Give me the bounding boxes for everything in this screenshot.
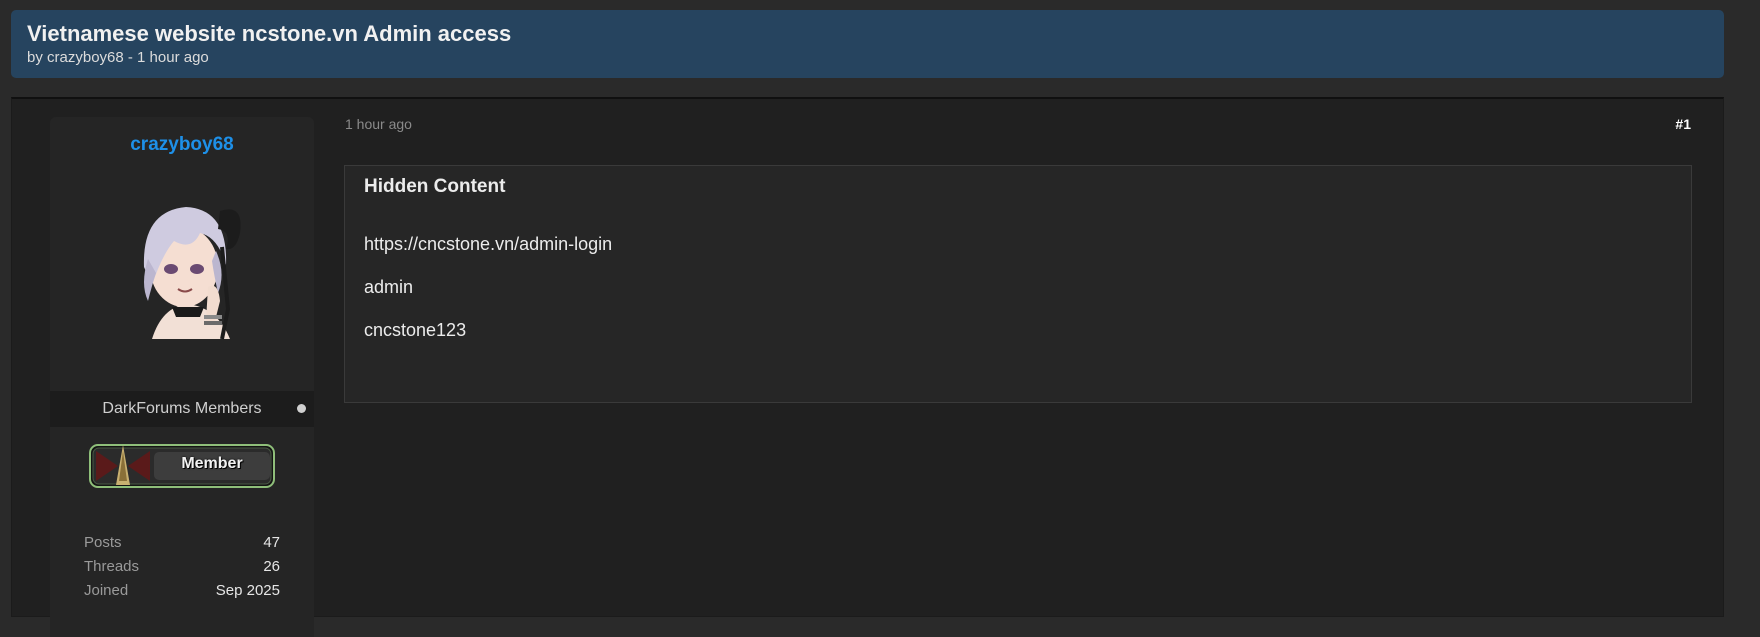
member-badge-label: Member (181, 455, 243, 472)
stat-row-posts: Posts 47 (84, 531, 280, 555)
avatar[interactable] (122, 189, 252, 349)
post-container: crazyboy68 DarkForums Members Member Pos… (11, 97, 1724, 637)
member-rank-badge: Member (88, 441, 276, 491)
stat-label: Threads (84, 558, 140, 575)
stat-value: 26 (263, 558, 280, 575)
author-stats: Posts 47 Threads 26 Joined Sep 2025 (84, 531, 280, 603)
stat-label: Posts (84, 534, 122, 551)
post-body: https://cncstone.vn/admin-login admin cn… (364, 233, 1672, 341)
stat-value: Sep 2025 (215, 582, 280, 599)
stat-value: 47 (263, 534, 280, 551)
online-status-icon (297, 404, 306, 413)
user-group-label: DarkForums Members (102, 400, 262, 417)
hidden-content-title: Hidden Content (364, 176, 506, 197)
content-line: cncstone123 (364, 320, 467, 340)
author-username-link[interactable]: crazyboy68 (50, 134, 314, 156)
stat-row-threads: Threads 26 (84, 555, 280, 579)
stat-row-joined: Joined Sep 2025 (84, 579, 280, 603)
content-line: admin (364, 277, 414, 297)
post-timestamp: 1 hour ago (345, 116, 412, 132)
thread-title: Vietnamese website ncstone.vn Admin acce… (27, 21, 512, 46)
thread-header: Vietnamese website ncstone.vn Admin acce… (11, 10, 1724, 78)
hidden-content-box: Hidden Content https://cncstone.vn/admin… (344, 165, 1692, 403)
thread-meta: by crazyboy68 - 1 hour ago (27, 49, 209, 66)
author-panel: crazyboy68 DarkForums Members Member Pos… (50, 117, 314, 637)
content-line: https://cncstone.vn/admin-login (364, 234, 613, 254)
user-group-bar: DarkForums Members (50, 391, 314, 427)
stat-label: Joined (84, 582, 129, 599)
post-number-link[interactable]: #1 (1675, 116, 1691, 132)
